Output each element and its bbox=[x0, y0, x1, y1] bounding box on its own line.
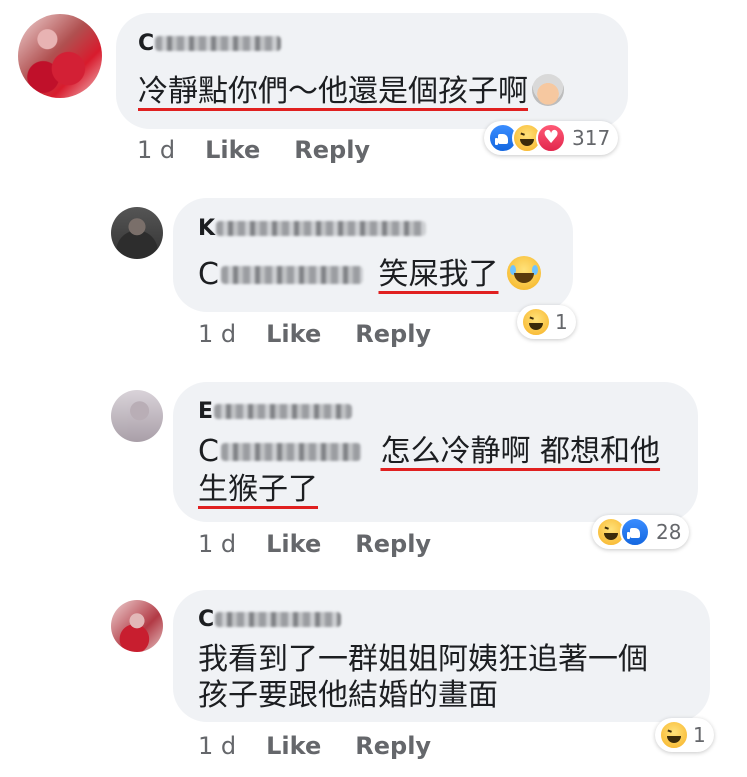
avatar[interactable] bbox=[111, 207, 163, 259]
author-name[interactable]: E bbox=[198, 399, 353, 424]
reaction-count: 1 bbox=[693, 723, 706, 747]
reply-button[interactable]: Reply bbox=[355, 530, 431, 558]
reply-button[interactable]: Reply bbox=[294, 136, 370, 164]
mention-initial: C bbox=[198, 434, 219, 469]
reply-button[interactable]: Reply bbox=[355, 732, 431, 760]
blurred-name bbox=[214, 404, 353, 419]
author-initial: C bbox=[138, 31, 155, 56]
like-button[interactable]: Like bbox=[266, 732, 321, 760]
haha-reaction-icon bbox=[521, 307, 551, 337]
comment-thread: C 冷靜點你們～他還是個孩子啊 1 d Like Reply 317 K C 笑… bbox=[0, 0, 747, 777]
author-name[interactable]: C bbox=[198, 607, 342, 632]
comment-text-body: 孩子要跟他結婚的畫面 bbox=[198, 678, 498, 713]
comment-text-line-1: 我看到了一群姐姐阿姨狂追著一個 bbox=[198, 640, 648, 680]
mention-initial: C bbox=[198, 257, 219, 292]
mention-tag[interactable]: C bbox=[198, 432, 361, 472]
reaction-count: 28 bbox=[656, 520, 682, 544]
timestamp[interactable]: 1 d bbox=[198, 530, 236, 558]
like-reaction-icon bbox=[620, 517, 650, 547]
older-woman-emoji bbox=[532, 74, 564, 106]
comment-actions: 1 d Like Reply bbox=[198, 732, 465, 760]
comment-bubble: K C 笑屎我了 bbox=[173, 198, 573, 312]
comment-text: C 笑屎我了 bbox=[198, 255, 541, 295]
reaction-count: 317 bbox=[572, 126, 611, 150]
author-initial: K bbox=[198, 216, 216, 241]
tears-of-joy-emoji bbox=[506, 256, 541, 290]
comment-bubble: C 我看到了一群姐姐阿姨狂追著一個 孩子要跟他結婚的畫面 bbox=[173, 590, 710, 722]
author-name[interactable]: K bbox=[198, 216, 427, 241]
timestamp[interactable]: 1 d bbox=[137, 136, 175, 164]
comment-text: 冷靜點你們～他還是個孩子啊 bbox=[138, 72, 564, 112]
love-reaction-icon bbox=[536, 123, 566, 153]
like-button[interactable]: Like bbox=[266, 320, 321, 348]
like-button[interactable]: Like bbox=[205, 136, 260, 164]
mention-tag[interactable]: C bbox=[198, 255, 363, 295]
comment-bubble: E C 怎么冷静啊 都想和他 生猴子了 bbox=[173, 382, 698, 522]
author-name[interactable]: C bbox=[138, 31, 282, 56]
comment-text-line-1: C 怎么冷静啊 都想和他 bbox=[198, 432, 660, 472]
blurred-mention bbox=[220, 443, 361, 461]
avatar[interactable] bbox=[111, 390, 163, 442]
like-button[interactable]: Like bbox=[266, 530, 321, 558]
reply-button[interactable]: Reply bbox=[355, 320, 431, 348]
reaction-summary[interactable]: 317 bbox=[484, 121, 619, 155]
author-initial: E bbox=[198, 399, 214, 424]
timestamp[interactable]: 1 d bbox=[198, 320, 236, 348]
avatar[interactable] bbox=[18, 14, 102, 98]
reaction-count: 1 bbox=[555, 310, 568, 334]
comment-text-line-2: 孩子要跟他結婚的畫面 bbox=[198, 676, 498, 716]
reaction-summary[interactable]: 1 bbox=[517, 305, 576, 339]
haha-reaction-icon bbox=[659, 720, 689, 750]
timestamp[interactable]: 1 d bbox=[198, 732, 236, 760]
comment-actions: 1 d Like Reply bbox=[137, 136, 404, 164]
comment-text-body: 冷靜點你們～他還是個孩子啊 bbox=[138, 74, 528, 109]
comment-text-body: 我看到了一群姐姐阿姨狂追著一個 bbox=[198, 642, 648, 677]
reaction-summary[interactable]: 28 bbox=[592, 515, 690, 549]
comment-text-line-2: 生猴子了 bbox=[198, 470, 318, 510]
author-initial: C bbox=[198, 607, 215, 632]
blurred-name bbox=[155, 36, 282, 51]
blurred-name bbox=[216, 221, 427, 236]
comment-text-body: 生猴子了 bbox=[198, 472, 318, 507]
avatar[interactable] bbox=[111, 600, 163, 652]
comment-bubble: C 冷靜點你們～他還是個孩子啊 bbox=[116, 13, 628, 129]
comment-actions: 1 d Like Reply bbox=[198, 530, 465, 558]
blurred-name bbox=[215, 612, 342, 627]
blurred-mention bbox=[220, 266, 363, 284]
comment-text-body: 笑屎我了 bbox=[378, 257, 499, 292]
comment-text-body: 怎么冷静啊 都想和他 bbox=[380, 434, 661, 469]
reaction-summary[interactable]: 1 bbox=[655, 718, 714, 752]
comment-actions: 1 d Like Reply bbox=[198, 320, 465, 348]
